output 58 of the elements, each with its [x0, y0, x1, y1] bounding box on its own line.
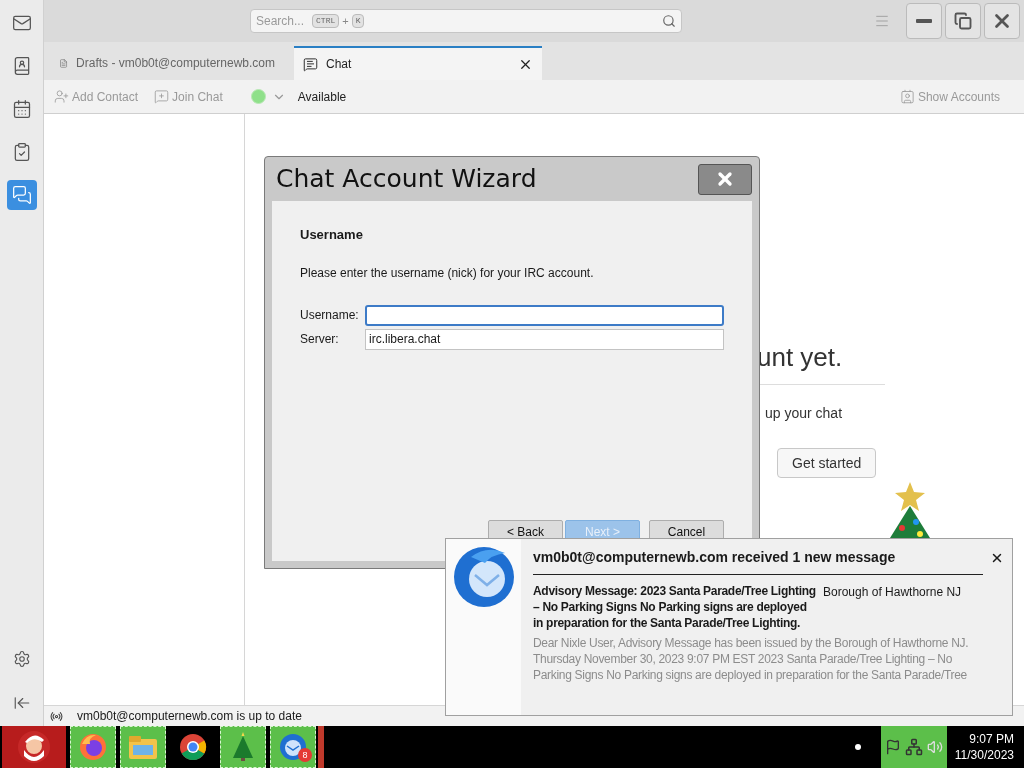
add-contact-button[interactable]: Add Contact: [54, 87, 139, 106]
chat-icon: [11, 185, 32, 205]
restore-button[interactable]: [945, 3, 981, 39]
restore-icon: [954, 12, 972, 30]
minimize-button[interactable]: [906, 3, 942, 39]
page-heading: Username: [300, 226, 364, 244]
contact-card-icon: [899, 89, 915, 104]
text-field[interactable]: irc.libera.chat: [365, 328, 724, 350]
browser-icon: [78, 732, 108, 762]
space-button[interactable]: [6, 180, 37, 210]
mail-icon: [11, 13, 32, 33]
message-preview: Dear Nixle User, Advisory Message has been issued by the Borough of Hawthorne NJ. Thursday November 30, 2023 9:07 PM EST 2023 Santa Parade/Tree Lighting – No Parking Signs No Parking signs are deployed in preparation for the Santa Parade/Tree: [533, 635, 970, 683]
activity-icon: [50, 709, 63, 723]
taskbar-button[interactable]: 8: [270, 726, 316, 768]
text-field[interactable]: [365, 304, 724, 326]
minimize-icon: [916, 19, 932, 23]
flag-icon[interactable]: [884, 739, 901, 755]
chat-icon: [303, 56, 318, 72]
instructions-text: Please enter the username (nick) for your IRC account.: [300, 264, 595, 282]
figure-icon: [17, 730, 51, 764]
tab[interactable]: Chat: [294, 46, 542, 80]
network-icon[interactable]: [904, 738, 923, 756]
taskbar-button[interactable]: [2, 726, 66, 768]
notification-title: vm0b0t@computernewb.com received 1 new message: [533, 548, 896, 567]
tab[interactable]: Drafts - vm0b0t@computernewb.com: [50, 46, 292, 80]
plus-sign: +: [342, 13, 349, 29]
field-label: Username:: [300, 307, 360, 324]
browser-icon: [178, 732, 208, 762]
key-cap: K: [351, 14, 365, 28]
search-icon: [662, 14, 676, 28]
close-button[interactable]: [698, 163, 752, 195]
collapse-icon: [12, 694, 31, 712]
description-text: up your chat: [765, 404, 843, 423]
dialog-title: Chat Account Wizard: [275, 163, 537, 196]
clock-date: 11/30/2023: [954, 747, 1014, 763]
chat-plus-icon: [154, 89, 170, 104]
get-started-button[interactable]: Get started: [777, 448, 877, 478]
key-cap: CTRL: [312, 14, 340, 28]
settings-icon: [12, 650, 31, 668]
message-sender: Borough of Hawthorne NJ: [823, 584, 962, 601]
field-label: Server:: [300, 331, 340, 348]
folder-icon: [127, 733, 159, 761]
status-text: vm0b0t@computernewb.com is up to date: [77, 708, 302, 725]
clock-time: 9:07 PM: [969, 731, 1014, 747]
join-chat-button[interactable]: Join Chat: [154, 87, 223, 106]
status-button[interactable]: Available: [297, 87, 347, 106]
search-placeholder: Search...: [256, 13, 305, 30]
message-subject: Advisory Message: 2023 Santa Parade/Tree Lighting – No Parking Signs No Parking signs are deployed in preparation for the Santa Parade/Tree Lighting.: [533, 583, 817, 631]
search-field[interactable]: Search... CTRL + K: [250, 9, 682, 33]
tab-label: Chat: [326, 56, 352, 73]
close-button[interactable]: [984, 3, 1020, 39]
tree-icon: [231, 732, 255, 762]
add-person-icon: [54, 89, 69, 104]
unread-count: 8: [298, 748, 312, 762]
show-accounts-button[interactable]: Show Accounts: [899, 87, 1000, 106]
calendar-icon: [11, 99, 32, 119]
close-icon: [715, 169, 735, 189]
tab-label: Drafts - vm0b0t@computernewb.com: [76, 55, 275, 72]
